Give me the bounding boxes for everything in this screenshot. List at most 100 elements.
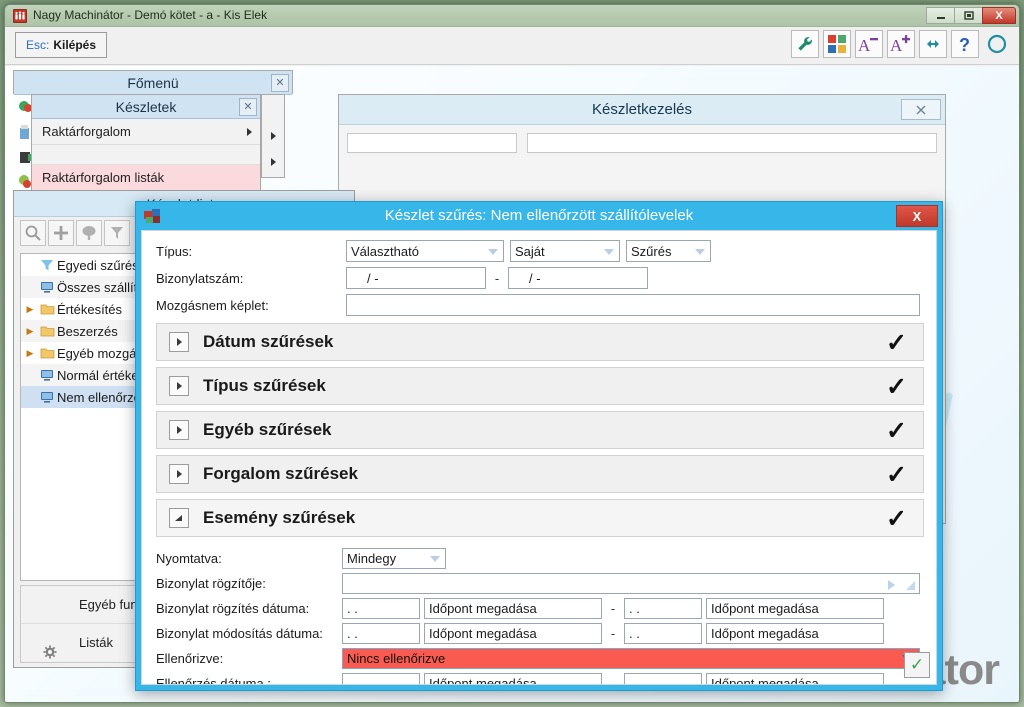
- svg-text:A: A: [890, 36, 903, 54]
- panel-field-2[interactable]: [527, 133, 937, 153]
- section-forgalom-szuresek[interactable]: Forgalom szűrések ✓: [156, 455, 924, 493]
- date-placeholder: . .: [347, 601, 358, 616]
- menu-item-raktarforgalom-listak[interactable]: Raktárforgalom listák: [32, 165, 260, 191]
- section-tipus-szuresek[interactable]: Típus szűrések ✓: [156, 367, 924, 405]
- docnum-label: Bizonylatszám:: [156, 270, 244, 286]
- printed-label: Nyomtatva:: [156, 551, 222, 566]
- font-increase-icon[interactable]: A: [887, 30, 915, 58]
- tree-expander-icon[interactable]: ▶: [23, 348, 37, 359]
- expand-collapse-icon[interactable]: [169, 332, 189, 352]
- stock-menu-close-icon[interactable]: ✕: [239, 98, 257, 116]
- formula-input[interactable]: [346, 294, 920, 316]
- section-label: Típus szűrések: [203, 376, 326, 395]
- type-select[interactable]: Választható: [346, 240, 504, 262]
- main-menu-header: Főmenü ✕: [14, 71, 292, 95]
- flyout-arrow-1[interactable]: [262, 123, 284, 149]
- menu-item-raktarforgalom[interactable]: Raktárforgalom: [32, 119, 260, 145]
- tree-expander-icon[interactable]: ▶: [23, 326, 37, 337]
- dialog-close-button[interactable]: X: [896, 205, 938, 227]
- expand-collapse-icon[interactable]: [169, 464, 189, 484]
- status-circle-icon[interactable]: [983, 30, 1011, 58]
- expand-collapse-icon[interactable]: [169, 376, 189, 396]
- modify-date-to-input[interactable]: . .: [624, 623, 702, 644]
- application-window: Nagy Machinátor - Demó kötet - a - Kis E…: [4, 4, 1020, 703]
- recorder-label: Bizonylat rögzítője:: [156, 576, 266, 591]
- section-esemeny-szuresek[interactable]: Esemény szűrések ✓: [156, 499, 924, 537]
- help-icon[interactable]: ?: [951, 30, 979, 58]
- expand-collapse-icon[interactable]: [169, 420, 189, 440]
- record-date-to-input[interactable]: . .: [624, 598, 702, 619]
- check-date-label: Ellenőrzés dátuma :: [156, 676, 271, 685]
- title-bar: Nagy Machinátor - Demó kötet - a - Kis E…: [5, 5, 1019, 27]
- dialog-body: Típus: Választható Saját Szűrés Bizonyla…: [141, 230, 937, 685]
- time-placeholder: Időpont megadása: [429, 626, 537, 641]
- check-date-to-input[interactable]: . .: [624, 673, 702, 684]
- wrench-icon[interactable]: [791, 30, 819, 58]
- chevron-right-icon: [247, 128, 252, 136]
- exit-button[interactable]: Esc: Kilépés: [15, 32, 108, 58]
- scope-select[interactable]: Saját: [510, 240, 620, 262]
- tree-expander-icon[interactable]: ▶: [23, 304, 37, 315]
- section-check-icon[interactable]: ✓: [886, 372, 907, 402]
- docnum-separator: -: [494, 270, 500, 286]
- tree-icon[interactable]: [76, 220, 102, 246]
- menu-flyout-column: [261, 94, 285, 178]
- collapse-icon[interactable]: [169, 508, 189, 528]
- font-decrease-icon[interactable]: A: [855, 30, 883, 58]
- minimize-button[interactable]: [926, 7, 955, 24]
- panel-field-1[interactable]: [347, 133, 517, 153]
- mode-select[interactable]: Szűrés: [626, 240, 711, 262]
- chevron-down-icon: [488, 249, 498, 255]
- app-icon: [13, 9, 27, 23]
- record-time-from-input[interactable]: Időpont megadása: [424, 598, 602, 619]
- monitor-icon: [37, 280, 57, 294]
- filter-icon[interactable]: [104, 220, 130, 246]
- modify-time-to-input[interactable]: Időpont megadása: [706, 623, 884, 644]
- section-check-icon[interactable]: ✓: [886, 504, 907, 534]
- section-datum-szuresek[interactable]: Dátum szűrések ✓: [156, 323, 924, 361]
- record-time-to-input[interactable]: Időpont megadása: [706, 598, 884, 619]
- resize-grip-icon[interactable]: [906, 581, 915, 590]
- section-check-icon[interactable]: ✓: [886, 460, 907, 490]
- section-check-icon[interactable]: ✓: [886, 328, 907, 358]
- apply-filter-button[interactable]: ✓: [904, 652, 930, 678]
- flyout-arrow-2[interactable]: [262, 149, 284, 175]
- check-time-to-input[interactable]: Időpont megadása: [706, 673, 884, 684]
- docnum-from-input[interactable]: / -: [346, 267, 486, 289]
- docnum-to-input[interactable]: / -: [508, 267, 648, 289]
- stock-panel-close-icon[interactable]: [901, 99, 941, 120]
- section-egyeb-szuresek[interactable]: Egyéb szűrések ✓: [156, 411, 924, 449]
- recorder-row: Bizonylat rögzítője:: [156, 572, 924, 595]
- printed-row: Nyomtatva: Mindegy: [156, 547, 924, 570]
- checked-select[interactable]: Nincs ellenőrizve: [342, 648, 920, 669]
- type-label: Típus:: [156, 243, 193, 259]
- check-date-from-input[interactable]: . .: [342, 673, 420, 685]
- stock-menu-title: Készletek: [115, 99, 177, 115]
- main-menu-close-icon[interactable]: ✕: [271, 74, 289, 92]
- svg-text:A: A: [858, 36, 871, 54]
- chevron-down-icon: [430, 556, 440, 562]
- modify-time-from-input[interactable]: Időpont megadása: [424, 623, 602, 644]
- window-controls: X: [926, 7, 1016, 24]
- fit-width-icon[interactable]: [919, 30, 947, 58]
- recorder-input[interactable]: [342, 573, 920, 594]
- record-date-row: Bizonylat rögzítés dátuma: . . Időpont m…: [156, 597, 924, 620]
- section-label: Dátum szűrések: [203, 332, 334, 351]
- check-time-from-input[interactable]: Időpont megadása: [424, 673, 602, 684]
- picker-arrow-icon[interactable]: [888, 580, 895, 590]
- printed-select[interactable]: Mindegy: [342, 548, 446, 569]
- plus-icon[interactable]: [48, 220, 74, 246]
- section-label: Forgalom szűrések: [203, 464, 358, 483]
- record-date-from-input[interactable]: . .: [342, 598, 420, 619]
- maximize-button[interactable]: [954, 7, 983, 24]
- section-check-icon[interactable]: ✓: [886, 416, 907, 446]
- record-date-label: Bizonylat rögzítés dátuma:: [156, 601, 310, 616]
- tree-item-label: Egyedi szűrés: [57, 257, 139, 273]
- search-icon[interactable]: [20, 220, 46, 246]
- close-button[interactable]: X: [982, 7, 1016, 24]
- exit-label: Kilépés: [53, 38, 97, 52]
- desktop-area: N A G Y machinátor Főmenü ✕: [5, 66, 1019, 702]
- tiles-icon[interactable]: [823, 30, 851, 58]
- date-placeholder: . .: [347, 676, 358, 685]
- modify-date-from-input[interactable]: . .: [342, 623, 420, 644]
